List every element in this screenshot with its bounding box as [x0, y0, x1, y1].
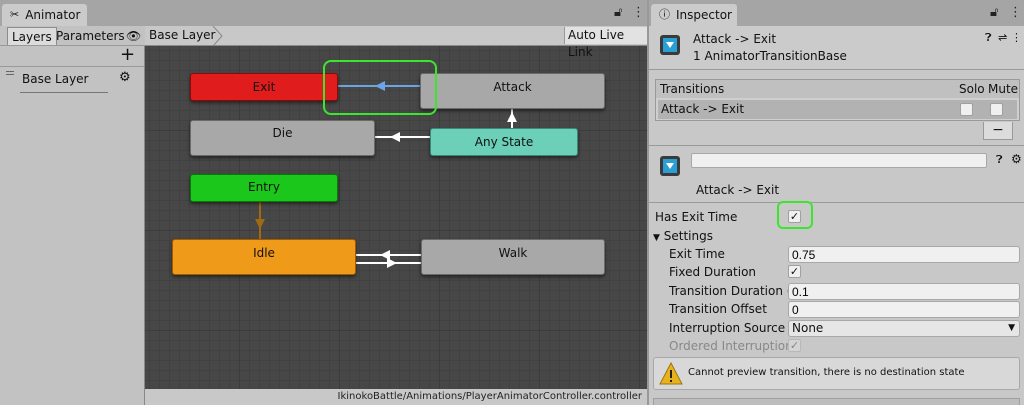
state-die[interactable]: Die	[190, 120, 375, 156]
add-layer-icon[interactable]: +	[120, 46, 135, 64]
transition-icon	[660, 35, 680, 55]
settings-foldout[interactable]: ▼ Settings	[653, 229, 713, 243]
warning-text: Cannot preview transition, there is no d…	[688, 367, 965, 378]
transition-arrowhead	[387, 258, 397, 268]
exit-time-field[interactable]	[788, 246, 1020, 263]
state-attack[interactable]: Attack	[420, 73, 605, 109]
transition-offset-field[interactable]	[788, 301, 1020, 318]
state-exit[interactable]: Exit	[190, 73, 338, 101]
divider	[649, 202, 1024, 203]
inspector-window: ⓘ Inspector 🔓︎ ⋮ Attack -> Exit 1 Animat…	[647, 0, 1024, 405]
breadcrumb-chevron-icon	[212, 26, 223, 46]
has-exit-time-highlight	[777, 201, 813, 229]
header-subtitle: 1 AnimatorTransitionBase	[693, 49, 847, 63]
remove-transition-button[interactable]: −	[983, 122, 1013, 140]
gear-icon[interactable]: ⚙	[1011, 152, 1022, 166]
status-bar: IkinokoBattle/Animations/PlayerAnimatorC…	[145, 389, 647, 405]
solo-label: Solo	[959, 82, 985, 96]
divider	[649, 145, 1024, 146]
transition-arrowhead	[255, 219, 265, 229]
animator-icon: ✂	[10, 8, 20, 21]
lock-icon[interactable]: 🔓︎	[990, 5, 998, 20]
help-icon[interactable]: ❓︎	[996, 153, 1003, 167]
interruption-source-value: None	[792, 321, 824, 335]
state-entry[interactable]: Entry	[190, 174, 338, 202]
header-title: Attack -> Exit	[693, 32, 777, 46]
interruption-source-label: Interruption Source	[669, 321, 786, 335]
animator-tab[interactable]: ✂ Animator	[2, 4, 87, 26]
fixed-duration-checkbox[interactable]: ✓	[788, 265, 801, 278]
mute-checkbox[interactable]	[990, 103, 1003, 116]
transition-name-input[interactable]	[691, 153, 987, 168]
dropdown-arrow-icon: ▼	[1008, 323, 1015, 333]
transitions-list-header: Transitions Solo Mute	[656, 80, 1019, 98]
inspector-tab-title: Inspector	[676, 8, 732, 22]
preset-icon[interactable]: ⇌	[998, 31, 1007, 44]
animator-tab-title: Animator	[25, 8, 81, 22]
interruption-source-dropdown[interactable]: None ▼	[788, 320, 1020, 337]
tab-layers[interactable]: Layers	[7, 27, 57, 45]
mute-label: Mute	[988, 82, 1019, 96]
has-exit-time-label: Has Exit Time	[655, 210, 738, 224]
exit-time-label: Exit Time	[669, 247, 725, 261]
ordered-interruption-label: Ordered Interruption	[669, 339, 793, 353]
lock-icon[interactable]: 🔓︎	[614, 5, 622, 20]
transition-row-label: Attack -> Exit	[661, 102, 745, 116]
inspector-header: Attack -> Exit 1 AnimatorTransitionBase …	[649, 26, 1024, 70]
inspector-tab[interactable]: ⓘ Inspector	[651, 4, 737, 26]
preview-area	[653, 398, 1020, 405]
state-machine-graph[interactable]: Exit Attack Die Any State Entry Idle Wal…	[145, 26, 647, 405]
transitions-label: Transitions	[660, 82, 725, 96]
transition-arrowhead	[507, 112, 517, 122]
layers-panel: + Base Layer ⚙	[0, 46, 145, 405]
solo-checkbox[interactable]	[960, 103, 973, 116]
fixed-duration-label: Fixed Duration	[669, 265, 757, 279]
graph-toolbar: Base Layer Auto Live Link	[145, 26, 647, 59]
more-icon[interactable]: ⋮	[1011, 31, 1022, 44]
layer-weight-line	[20, 92, 108, 93]
help-icon[interactable]: ❓︎	[985, 31, 992, 45]
transition-arrowhead	[380, 250, 390, 260]
transition-duration-field[interactable]	[788, 283, 1020, 300]
more-menu-icon[interactable]: ⋮	[632, 5, 645, 20]
layer-name: Base Layer	[22, 72, 89, 86]
left-panel-tabs: Layers Parameters 👁︎	[0, 26, 145, 46]
state-walk[interactable]: Walk	[421, 239, 605, 275]
layer-item-base[interactable]: Base Layer ⚙	[4, 66, 142, 100]
animator-window: ✂ Animator 🔓︎ ⋮ Layers Parameters 👁︎ + B…	[0, 0, 647, 405]
settings-label: Settings	[663, 229, 713, 243]
gear-icon[interactable]: ⚙	[119, 70, 131, 85]
state-idle[interactable]: Idle	[172, 239, 356, 275]
triangle-down-icon: ▼	[653, 233, 660, 243]
transition-row[interactable]: Attack -> Exit	[658, 100, 1017, 119]
transition-offset-label: Transition Offset	[669, 302, 767, 316]
ordered-interruption-checkbox: ✓	[788, 339, 801, 352]
transition-duration-label: Transition Duration (s)	[669, 284, 803, 298]
selection-highlight	[323, 60, 437, 115]
warning-icon	[659, 362, 683, 385]
more-menu-icon[interactable]: ⋮	[1009, 5, 1022, 20]
transition-icon	[660, 156, 680, 176]
info-icon: ⓘ	[659, 8, 670, 21]
drag-handle-icon[interactable]	[6, 71, 14, 72]
state-any-state[interactable]: Any State	[430, 128, 578, 156]
breadcrumb[interactable]: Base Layer	[149, 28, 216, 42]
transition-arrowhead	[390, 132, 400, 142]
tab-parameters[interactable]: Parameters	[52, 27, 129, 45]
warning-box: Cannot preview transition, there is no d…	[653, 357, 1020, 390]
transitions-list: Transitions Solo Mute Attack -> Exit	[655, 79, 1020, 121]
inspector-tab-bar: ⓘ Inspector 🔓︎ ⋮	[649, 0, 1024, 26]
transition-caption: Attack -> Exit	[696, 183, 780, 197]
eye-icon[interactable]: 👁︎	[122, 27, 145, 45]
animator-tab-bar: ✂ Animator 🔓︎ ⋮	[0, 0, 647, 26]
auto-live-link-button[interactable]: Auto Live Link	[564, 27, 647, 59]
